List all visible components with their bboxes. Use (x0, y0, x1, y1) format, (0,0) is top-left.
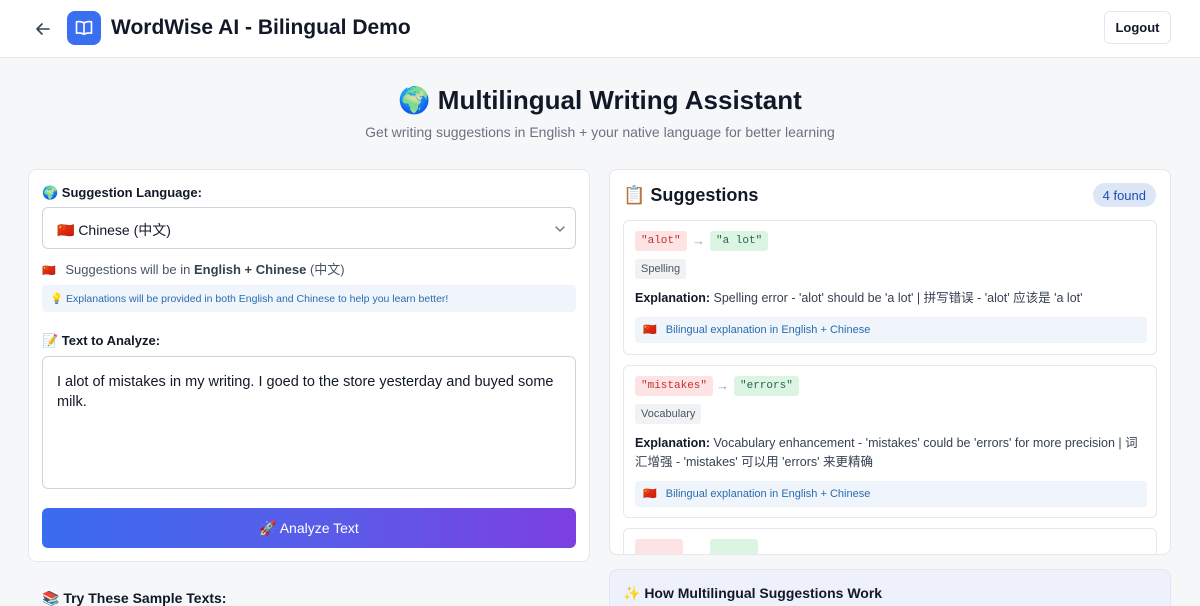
logout-button[interactable]: Logout (1104, 11, 1171, 44)
explanation-label: Explanation: (635, 436, 711, 450)
language-selected-value: 🇨🇳 Chinese (中文) (57, 222, 171, 238)
suggestion-explanation: Explanation: Spelling error - 'alot' sho… (635, 289, 1147, 308)
chevron-down-icon (555, 226, 565, 232)
explanation-label: Explanation: (635, 291, 711, 305)
china-flag-icon: 🇨🇳 (42, 265, 56, 277)
bilingual-note: 🇨🇳 Bilingual explanation in English + Ch… (635, 317, 1147, 343)
original-word: "mistakes" (635, 376, 714, 396)
china-flag-icon: 🇨🇳 (643, 324, 657, 336)
language-label: 🌍 Suggestion Language: (42, 185, 202, 200)
china-flag-icon: 🇨🇳 (643, 488, 657, 500)
replacement-word-partial (710, 539, 758, 554)
info-box: 💡 Explanations will be provided in both … (42, 285, 576, 312)
app-logo (67, 11, 101, 45)
analyze-button[interactable]: 🚀 Analyze Text (42, 508, 576, 548)
bilingual-note-text: Bilingual explanation in English + Chine… (665, 324, 871, 336)
app-title: WordWise AI - Bilingual Demo (111, 16, 411, 39)
how-it-works-title: ✨ How Multilingual Suggestions Work (623, 585, 883, 601)
language-note-suffix: (中文) (309, 262, 345, 277)
back-button[interactable] (30, 16, 56, 42)
page-title: 🌍 Multilingual Writing Assistant (398, 85, 802, 115)
text-label: 📝 Text to Analyze: (42, 333, 161, 348)
replacement-word[interactable]: "errors" (734, 376, 799, 396)
replacement-word[interactable]: "a lot" (710, 231, 769, 251)
suggestion-explanation: Explanation: Vocabulary enhancement - 'm… (635, 434, 1147, 472)
original-word: "alot" (635, 231, 687, 251)
language-note: 🇨🇳 Suggestions will be in English + Chin… (42, 259, 345, 278)
suggestion-count-badge: 4 found (1092, 183, 1156, 207)
arrow-left-icon (36, 23, 50, 35)
page-subtitle: Get writing suggestions in English + you… (365, 124, 835, 140)
language-note-bold: English + Chinese (193, 262, 307, 277)
explanation-text: Vocabulary enhancement - 'mistakes' coul… (635, 436, 1138, 469)
arrow-right-icon: → (692, 233, 705, 248)
suggestion-card-partial[interactable] (623, 528, 1157, 554)
bilingual-note-text: Bilingual explanation in English + Chine… (665, 488, 871, 500)
how-it-works-card: ✨ How Multilingual Suggestions Work (609, 569, 1171, 606)
original-word-partial (635, 539, 683, 554)
top-bar: WordWise AI - Bilingual Demo Logout (0, 0, 1200, 58)
sample-texts-title: 📚 Try These Sample Texts: (42, 590, 227, 606)
text-input[interactable] (42, 356, 576, 489)
book-open-icon (75, 20, 93, 36)
language-note-prefix: Suggestions will be in (65, 262, 191, 277)
language-select[interactable]: 🇨🇳 Chinese (中文) (42, 207, 576, 249)
arrow-right-icon: → (716, 378, 729, 393)
suggestions-panel: 📋 Suggestions 4 found "alot" → "a lot" S… (609, 169, 1171, 555)
suggestion-card[interactable]: "alot" → "a lot" Spelling Explanation: S… (623, 220, 1157, 355)
suggestions-title: 📋 Suggestions (623, 185, 759, 205)
explanation-text: Spelling error - 'alot' should be 'a lot… (713, 291, 1083, 305)
suggestion-type-tag: Vocabulary (635, 404, 702, 424)
suggestion-card[interactable]: "mistakes" → "errors" Vocabulary Explana… (623, 365, 1157, 518)
input-panel: 🌍 Suggestion Language: 🇨🇳 Chinese (中文) 🇨… (28, 169, 590, 562)
suggestion-type-tag: Spelling (635, 259, 687, 279)
bilingual-note: 🇨🇳 Bilingual explanation in English + Ch… (635, 481, 1147, 507)
